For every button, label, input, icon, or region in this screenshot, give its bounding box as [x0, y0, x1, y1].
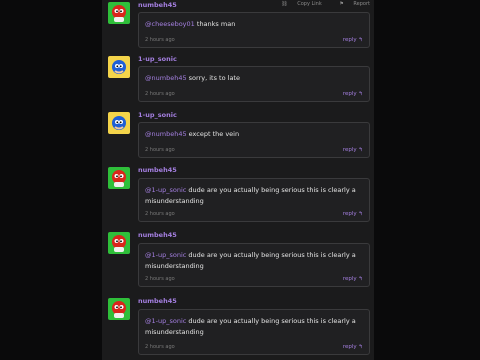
- comment-text: @1-up_sonic dude are you actually being …: [145, 251, 356, 270]
- reply-button[interactable]: reply ↰: [343, 211, 363, 217]
- copy-link-button[interactable]: ⛓ Copy Link: [273, 1, 321, 7]
- reply-arrow-icon: ↰: [358, 211, 363, 217]
- comment-bubble: @cheeseboy01 thanks man 2 hours ago repl…: [138, 12, 370, 48]
- left-margin: [0, 0, 102, 360]
- comment-username[interactable]: numbeh45: [138, 1, 177, 9]
- mention-link[interactable]: @1-up_sonic: [145, 317, 186, 325]
- sonic-avatar[interactable]: [108, 56, 130, 78]
- mention-link[interactable]: @cheeseboy01: [145, 20, 195, 28]
- comment-bubble: @numbeh45 sorry, its to late 2 hours ago…: [138, 66, 370, 102]
- comment-actions: ⛓ Copy Link ⚑ Report: [265, 1, 370, 7]
- mention-link[interactable]: @numbeh45: [145, 130, 187, 138]
- comment-timestamp: 2 hours ago: [145, 211, 175, 217]
- comment-bubble: @1-up_sonic dude are you actually being …: [138, 309, 370, 355]
- mention-link[interactable]: @1-up_sonic: [145, 251, 186, 259]
- comment-timestamp: 2 hours ago: [145, 147, 175, 153]
- mention-link[interactable]: @numbeh45: [145, 74, 187, 82]
- comment-timestamp: 2 hours ago: [145, 37, 175, 43]
- comment-bubble: @1-up_sonic dude are you actually being …: [138, 243, 370, 287]
- comment-timestamp: 2 hours ago: [145, 91, 175, 97]
- comment-bubble: @numbeh45 except the vein 2 hours ago re…: [138, 122, 370, 158]
- sonic-avatar[interactable]: [108, 112, 130, 134]
- reply-button[interactable]: reply ↰: [343, 91, 363, 97]
- reply-arrow-icon: ↰: [358, 276, 363, 282]
- knuckles-avatar[interactable]: [108, 167, 130, 189]
- link-icon: ⛓: [281, 1, 288, 7]
- reply-button[interactable]: reply ↰: [343, 344, 363, 350]
- right-margin: [374, 0, 480, 360]
- comment-username[interactable]: numbeh45: [138, 166, 177, 174]
- reply-button[interactable]: reply ↰: [343, 147, 363, 153]
- reply-button[interactable]: reply ↰: [343, 276, 363, 282]
- reply-arrow-icon: ↰: [358, 147, 363, 153]
- comment-text: @cheeseboy01 thanks man: [145, 20, 236, 28]
- reply-arrow-icon: ↰: [358, 344, 363, 350]
- knuckles-avatar[interactable]: [108, 298, 130, 320]
- comment-username[interactable]: numbeh45: [138, 231, 177, 239]
- mention-link[interactable]: @1-up_sonic: [145, 186, 186, 194]
- report-button[interactable]: ⚑ Report: [331, 1, 370, 7]
- comment-text: @numbeh45 sorry, its to late: [145, 74, 240, 82]
- flag-icon: ⚑: [339, 1, 344, 7]
- comment-text: @1-up_sonic dude are you actually being …: [145, 186, 356, 205]
- comment-text: @1-up_sonic dude are you actually being …: [145, 317, 356, 336]
- comment-bubble: @1-up_sonic dude are you actually being …: [138, 178, 370, 222]
- knuckles-avatar[interactable]: [108, 2, 130, 24]
- knuckles-avatar[interactable]: [108, 232, 130, 254]
- reply-button[interactable]: reply ↰: [343, 37, 363, 43]
- comment-username[interactable]: numbeh45: [138, 297, 177, 305]
- comment-thread: numbeh45 ⛓ Copy Link ⚑ Report @cheeseboy…: [102, 0, 374, 360]
- reply-arrow-icon: ↰: [358, 37, 363, 43]
- comment-username[interactable]: 1-up_sonic: [138, 111, 177, 119]
- comment-username[interactable]: 1-up_sonic: [138, 55, 177, 63]
- comment-timestamp: 2 hours ago: [145, 344, 175, 350]
- comment-text: @numbeh45 except the vein: [145, 130, 240, 138]
- reply-arrow-icon: ↰: [358, 91, 363, 97]
- comment-timestamp: 2 hours ago: [145, 276, 175, 282]
